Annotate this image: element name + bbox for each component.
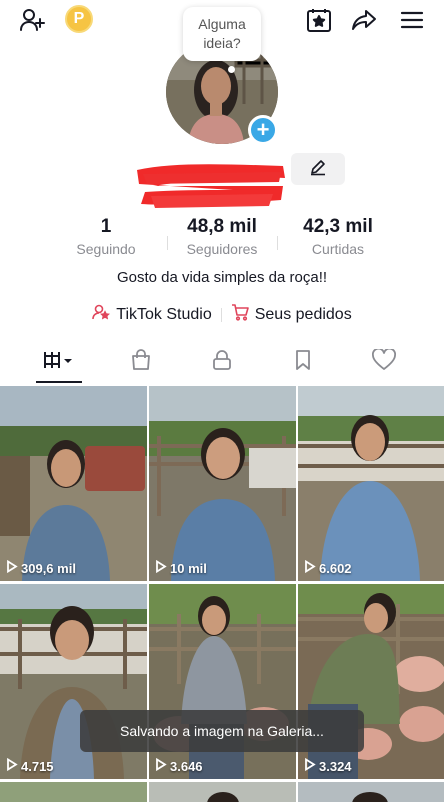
edit-profile-button[interactable] (291, 153, 345, 185)
video-thumbnail[interactable]: 6.602 (298, 386, 444, 581)
calendar-star-icon[interactable] (305, 6, 333, 34)
following-count: 1 (100, 216, 112, 237)
pencil-icon (309, 158, 327, 181)
thumbnail-image (298, 782, 444, 802)
views-count: 3.646 (170, 758, 203, 774)
following-label: Seguindo (76, 241, 136, 257)
thumbnail-image (149, 782, 296, 802)
profile-links: TikTok Studio Seus pedidos (0, 303, 444, 326)
cart-icon (231, 303, 249, 326)
views-count: 6.602 (319, 560, 352, 576)
followers-label: Seguidores (186, 241, 258, 257)
video-views: 309,6 mil (6, 559, 76, 576)
video-views: 10 mil (155, 559, 207, 576)
video-thumbnail[interactable] (0, 782, 147, 802)
grid-icon (42, 349, 76, 376)
views-count: 4.715 (21, 758, 54, 774)
stat-followers[interactable]: 48,8 mil Seguidores (167, 216, 277, 257)
menu-icon[interactable] (398, 6, 426, 34)
views-count: 10 mil (170, 560, 207, 576)
tab-saved[interactable] (273, 340, 333, 384)
bubble-text: Alguma ideia? (198, 16, 246, 51)
stat-divider (277, 236, 278, 250)
heart-icon (372, 347, 396, 376)
orders-link[interactable]: Seus pedidos (231, 303, 352, 326)
video-thumbnail[interactable] (149, 782, 296, 802)
shopping-bag-icon (130, 348, 152, 376)
video-thumbnail[interactable] (298, 782, 444, 802)
play-icon (6, 559, 18, 576)
profile-bio: Gosto da vida simples da roça!! (116, 269, 328, 286)
play-icon (304, 757, 316, 774)
idea-bubble[interactable]: Alguma ideia? (183, 7, 261, 61)
tab-videos[interactable] (29, 340, 89, 384)
views-count: 309,6 mil (21, 560, 76, 576)
add-friend-icon[interactable] (18, 6, 46, 34)
bubble-tail (228, 66, 235, 73)
thumbnail-image (149, 386, 296, 581)
tiktok-studio-link[interactable]: TikTok Studio (92, 303, 212, 326)
play-icon (304, 559, 316, 576)
redacted-username (133, 160, 288, 210)
play-icon (155, 757, 167, 774)
play-icon (155, 559, 167, 576)
toast-message: Salvando a imagem na Galeria... (80, 710, 364, 752)
stat-following[interactable]: 1 Seguindo (51, 216, 161, 257)
tab-private[interactable] (192, 340, 252, 384)
links-divider (220, 307, 222, 322)
active-tab-indicator (36, 381, 82, 383)
thumbnail-image (0, 386, 147, 581)
studio-label: TikTok Studio (116, 305, 212, 323)
add-story-plus-icon[interactable]: + (248, 115, 278, 145)
orders-label: Seus pedidos (254, 305, 352, 323)
likes-count: 42,3 mil (303, 216, 373, 237)
views-count: 3.324 (319, 758, 352, 774)
stat-likes[interactable]: 42,3 mil Curtidas (283, 216, 393, 257)
video-views: 3.324 (304, 757, 352, 774)
tab-shop[interactable] (111, 340, 171, 384)
video-views: 4.715 (6, 757, 54, 774)
video-views: 3.646 (155, 757, 203, 774)
video-views: 6.602 (304, 559, 352, 576)
play-icon (6, 757, 18, 774)
share-icon[interactable] (350, 6, 378, 34)
video-thumbnail[interactable]: 10 mil (149, 386, 296, 581)
thumbnail-image (298, 386, 444, 581)
coin-icon[interactable]: P (65, 5, 93, 33)
lock-icon (211, 349, 233, 376)
likes-label: Curtidas (311, 241, 365, 257)
studio-icon (92, 303, 111, 326)
thumbnail-image (0, 782, 147, 802)
coin-letter: P (73, 10, 85, 27)
video-thumbnail[interactable]: 309,6 mil (0, 386, 147, 581)
content-tabs (0, 340, 444, 384)
followers-count: 48,8 mil (187, 216, 257, 237)
bookmark-icon (292, 349, 314, 376)
tab-liked[interactable] (354, 340, 414, 384)
